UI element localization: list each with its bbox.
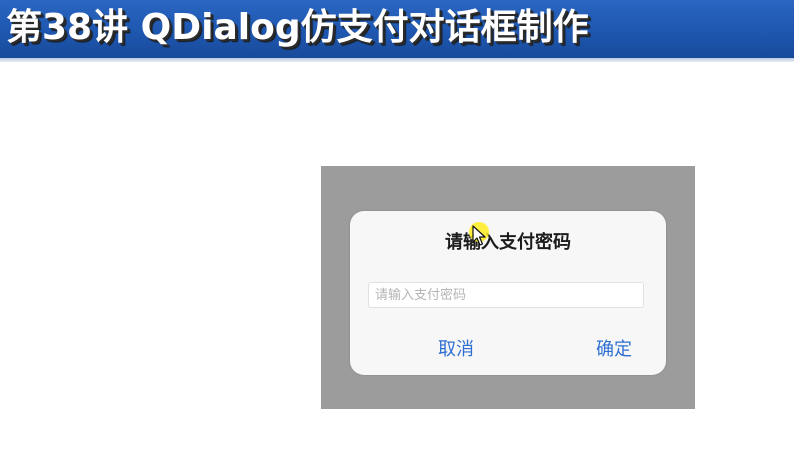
slide-title: 第38讲 QDialog仿支付对话框制作 bbox=[6, 7, 589, 48]
dialog-title: 请输入支付密码 bbox=[445, 232, 571, 253]
cancel-button[interactable]: 取消 bbox=[396, 335, 516, 365]
confirm-button[interactable]: 确定 bbox=[554, 335, 674, 365]
dialog-screenshot-overlay: 请输入支付密码 取消 确定 bbox=[321, 166, 695, 409]
slide: 第38讲 QDialog仿支付对话框制作 请输入支付密码 取消 确定 bbox=[0, 0, 794, 464]
arrow-cursor-icon bbox=[472, 225, 486, 246]
title-banner: 第38讲 QDialog仿支付对话框制作 bbox=[0, 0, 794, 58]
password-input[interactable] bbox=[368, 282, 644, 308]
payment-dialog: 请输入支付密码 取消 确定 bbox=[350, 211, 666, 375]
title-divider bbox=[0, 58, 794, 62]
